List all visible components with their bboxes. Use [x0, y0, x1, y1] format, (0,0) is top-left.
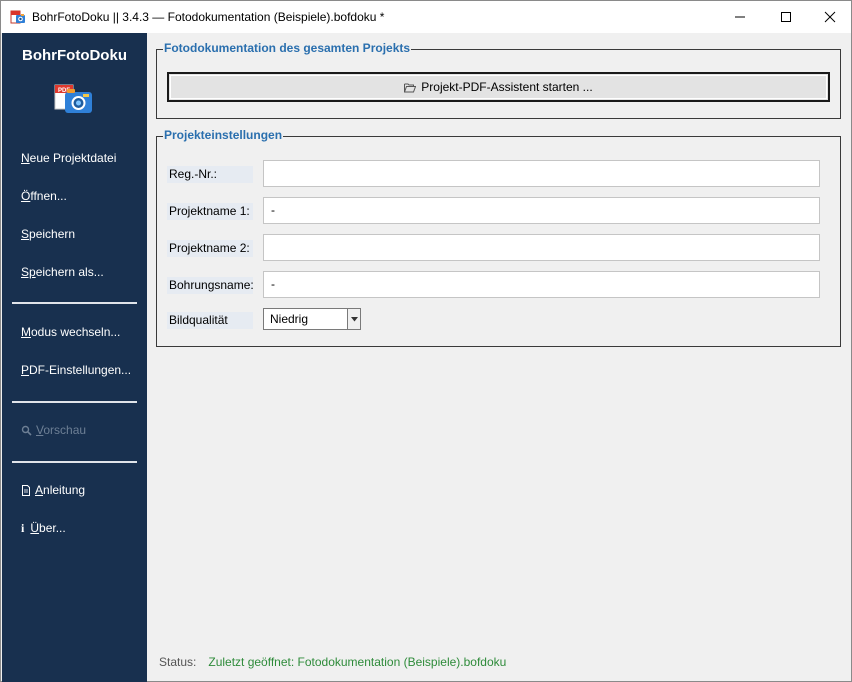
- sidebar-item-label: peichern: [29, 227, 76, 241]
- status-value: Zuletzt geöffnet: Fotodokumentation (Bei…: [208, 655, 507, 669]
- status-bar: Status: Zuletzt geöffnet: Fotodokumentati…: [159, 655, 506, 669]
- title-bar[interactable]: BohrFotoDoku || 3.4.3 — Fotodokumentatio…: [1, 1, 851, 33]
- sidebar-item-open[interactable]: Öffnen...: [21, 189, 67, 203]
- sidebar-item-save[interactable]: Speichern: [21, 227, 75, 241]
- document-icon: [22, 485, 30, 497]
- magnifier-icon: [21, 426, 32, 436]
- window-title: BohrFotoDoku || 3.4.3 — Fotodokumentatio…: [32, 10, 385, 24]
- sidebar-item-new-project[interactable]: Neue Projektdatei: [21, 151, 116, 165]
- borehole-name-label: Bohrungsname:: [167, 277, 254, 294]
- sidebar-item-label: DF-Einstellungen...: [29, 363, 132, 377]
- minimize-icon: [735, 16, 745, 18]
- group-title: Projekteinstellungen: [163, 128, 284, 142]
- sidebar-item-label: eue Projektdatei: [29, 151, 117, 165]
- minimize-button[interactable]: [717, 1, 763, 33]
- sidebar-item-mnemonic: Ü: [30, 521, 40, 535]
- sidebar-item-label: ber...: [39, 521, 66, 535]
- app-logo-icon: PDF: [54, 84, 92, 113]
- pdf-assistant-label: Projekt-PDF-Assistent starten ...: [421, 80, 593, 94]
- sidebar-item-label: odus wechseln...: [31, 325, 121, 339]
- start-pdf-assistant-button[interactable]: Projekt-PDF-Assistent starten ...: [167, 72, 830, 102]
- image-quality-label: Bildqualität: [167, 312, 253, 329]
- reg-nr-label: Reg.-Nr.:: [167, 166, 253, 183]
- close-button[interactable]: [807, 1, 852, 33]
- app-window: BohrFotoDoku || 3.4.3 — Fotodokumentatio…: [0, 0, 852, 682]
- sidebar-item-mnemonic: P: [21, 363, 30, 377]
- project-name-1-input[interactable]: -: [263, 197, 820, 224]
- sidebar-item-save-as[interactable]: Speichern als...: [21, 265, 104, 279]
- sidebar-item-mnemonic: A: [35, 483, 44, 497]
- sidebar-divider: [12, 401, 137, 403]
- sidebar-item-mnemonic: N: [21, 151, 30, 165]
- sidebar-item-manual[interactable]: Anleitung: [21, 483, 85, 497]
- image-quality-select[interactable]: Niedrig: [263, 308, 361, 330]
- project-name-1-label: Projektname 1:: [167, 203, 253, 220]
- project-name-2-label: Projektname 2:: [167, 240, 253, 257]
- sidebar-item-mnemonic: M: [21, 325, 31, 339]
- sidebar-item-label: eichern als...: [35, 265, 104, 279]
- info-icon: i: [21, 521, 25, 536]
- sidebar-divider: [12, 302, 137, 304]
- sidebar-item-label: orschau: [43, 423, 87, 437]
- chevron-down-icon: [350, 316, 358, 321]
- maximize-icon: [781, 12, 791, 22]
- app-icon: [10, 10, 25, 24]
- project-settings-group: Projekteinstellungen Reg.-Nr.: Projektna…: [156, 128, 841, 347]
- dropdown-arrow[interactable]: [347, 309, 360, 329]
- sidebar-item-mnemonic: Sp: [21, 265, 36, 279]
- sidebar-item-mnemonic: Ö: [21, 189, 31, 203]
- group-title: Fotodokumentation des gesamten Projekts: [163, 41, 412, 55]
- sidebar-item-mnemonic: S: [21, 227, 30, 241]
- folder-open-icon: [404, 83, 417, 93]
- sidebar: BohrFotoDoku PDF Neue Projektdatei Öffne…: [2, 33, 147, 682]
- image-quality-value: Niedrig: [270, 312, 309, 326]
- close-icon: [824, 11, 836, 23]
- sidebar-item-about[interactable]: i Über...: [21, 521, 66, 536]
- status-label: Status:: [159, 655, 197, 669]
- sidebar-item-pdf-settings[interactable]: PDF-Einstellungen...: [21, 363, 131, 377]
- sidebar-item-label: ffnen...: [30, 189, 67, 203]
- brand-title: BohrFotoDoku: [22, 47, 127, 64]
- sidebar-item-label: nleitung: [43, 483, 86, 497]
- project-name-2-input[interactable]: [263, 234, 820, 261]
- sidebar-item-preview[interactable]: Vorschau: [21, 423, 86, 437]
- maximize-button[interactable]: [763, 1, 809, 33]
- sidebar-divider: [12, 461, 137, 463]
- reg-nr-input[interactable]: [263, 160, 820, 187]
- borehole-name-input[interactable]: -: [263, 271, 820, 298]
- photo-documentation-group: Fotodokumentation des gesamten Projekts …: [156, 41, 841, 119]
- sidebar-item-switch-mode[interactable]: Modus wechseln...: [21, 325, 120, 339]
